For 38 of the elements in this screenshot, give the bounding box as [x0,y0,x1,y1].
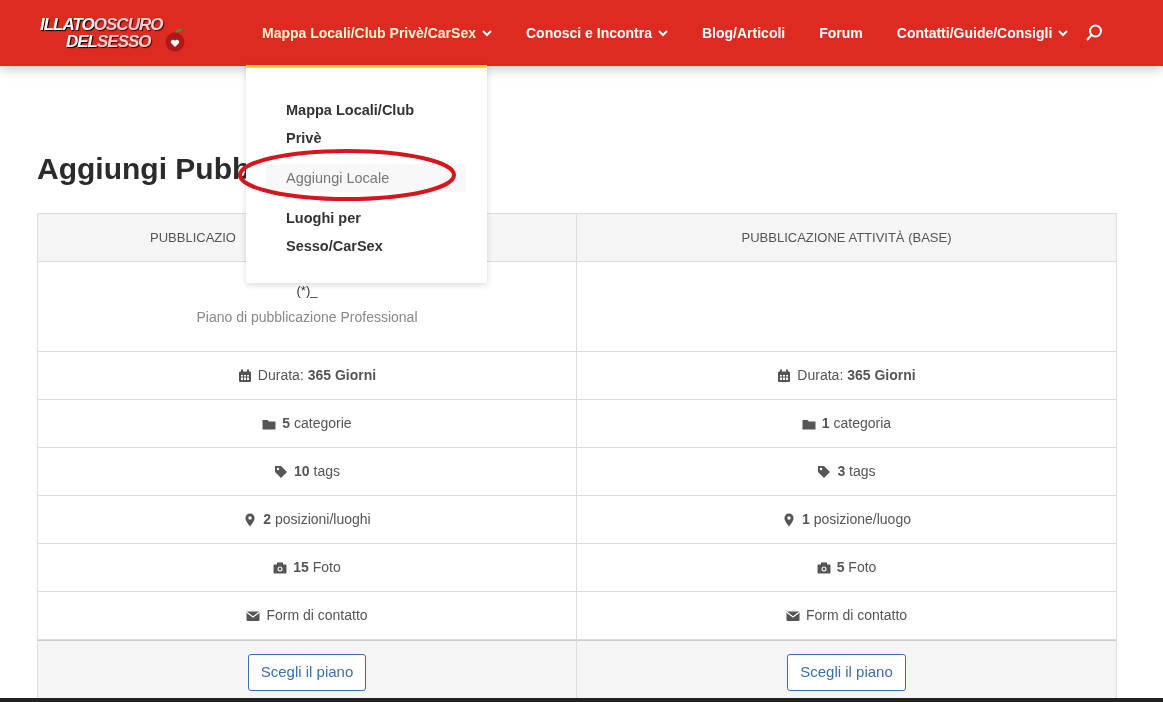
caret-icon [481,29,492,37]
camera-icon [273,560,288,575]
feature-text: Form di contatto [805,606,908,625]
tag-icon [817,464,832,479]
nav-link[interactable]: Forum [802,22,880,44]
map-pin-icon [782,512,796,527]
dropdown-item[interactable]: Aggiungi Locale [266,164,466,192]
nav-link[interactable]: Conosci e Incontra [508,22,685,44]
apple-icon [164,28,187,52]
feature-text: Durata: 365 Giorni [797,366,916,385]
feature-text: 3 tags [837,462,876,481]
feature-text: Durata: 365 Giorni [257,366,377,385]
nav-link[interactable]: Mappa Locali/Club Privè/CarSex [262,22,509,44]
feature-text: 15 Foto [293,558,341,577]
nav-link[interactable]: Blog/Articoli [685,22,803,44]
feature-text: 10 tags [294,462,340,481]
caret-icon [1058,29,1069,37]
camera-icon [816,560,831,575]
feature-text: 5 Foto [836,558,877,577]
choose-plan-button[interactable]: Scegli il piano [247,654,367,691]
price-text: (*)_ [296,285,318,297]
nav-link[interactable]: Contatti/Guide/Consigli [879,22,1086,44]
logo-text: DELSESSO [66,33,152,50]
feature-text: 2 posizioni/luoghi [263,510,371,529]
feature-text: Form di contatto [266,606,368,625]
plan-description: Piano di pubblicazione Professional [196,308,418,327]
calendar-icon [237,368,252,383]
logo-text: ILLATOOSCURO [40,16,163,33]
feature-text: 1 categoria [821,414,892,433]
calendar-icon [777,368,792,383]
caret-icon [658,29,668,37]
feature-text: 5 categorie [282,414,352,433]
column-header: PUBBLICAZIONE ATTIVITÀ (BASE) [577,214,1116,262]
choose-plan-button[interactable]: Scegli il piano [787,654,906,691]
feature-text: 1 posizione/luogo [802,510,911,529]
tag-icon [274,464,289,479]
search-icon[interactable] [1085,24,1104,42]
dropdown-item[interactable]: Mappa Locali/Club Privè [266,96,466,152]
